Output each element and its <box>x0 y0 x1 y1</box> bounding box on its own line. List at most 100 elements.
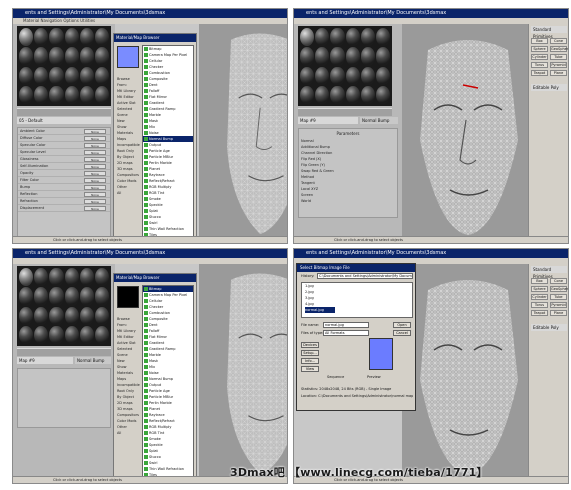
view-button[interactable]: View <box>301 366 319 372</box>
sample-sphere[interactable] <box>79 28 94 47</box>
object-type-button[interactable]: GeoSphere <box>550 46 568 52</box>
sample-sphere[interactable] <box>360 85 375 104</box>
material-name-field[interactable]: 05 - Default <box>17 117 111 124</box>
sample-sphere[interactable] <box>34 306 49 325</box>
object-type-button[interactable]: Sphere <box>531 46 548 52</box>
perspective-viewport[interactable] <box>402 264 530 478</box>
sample-sphere[interactable] <box>19 268 34 287</box>
sample-sphere[interactable] <box>94 85 109 104</box>
sample-sphere[interactable] <box>49 306 64 325</box>
object-type-button[interactable]: Torus <box>531 62 548 68</box>
sample-sphere[interactable] <box>94 287 109 306</box>
sample-slots[interactable] <box>17 266 111 346</box>
map-button[interactable]: None <box>84 129 106 134</box>
sample-slots[interactable] <box>298 26 392 106</box>
perspective-viewport[interactable] <box>199 264 287 478</box>
sample-sphere[interactable] <box>64 66 79 85</box>
sample-sphere[interactable] <box>34 268 49 287</box>
map-type-button[interactable]: Normal Bump <box>360 117 398 124</box>
object-type-button[interactable]: Plane <box>550 70 567 76</box>
sample-sphere[interactable] <box>49 28 64 47</box>
object-type-button[interactable]: Tube <box>550 294 567 300</box>
sample-sphere[interactable] <box>360 47 375 66</box>
material-toolbar[interactable] <box>17 348 111 356</box>
object-type-button[interactable]: Box <box>531 38 548 44</box>
sample-sphere[interactable] <box>19 325 34 344</box>
object-type-button[interactable]: Cylinder <box>531 54 548 60</box>
map-button[interactable]: None <box>84 136 106 141</box>
sample-sphere[interactable] <box>34 287 49 306</box>
sample-sphere[interactable] <box>315 28 330 47</box>
sample-sphere[interactable] <box>19 66 34 85</box>
map-type-button[interactable]: Normal Bump <box>75 357 111 364</box>
sample-sphere[interactable] <box>19 306 34 325</box>
sample-sphere[interactable] <box>330 85 345 104</box>
browse-option[interactable]: Browse From: <box>117 76 139 88</box>
sample-sphere[interactable] <box>79 287 94 306</box>
object-type-button[interactable]: Box <box>531 278 548 284</box>
map-button[interactable]: None <box>84 150 106 155</box>
object-type-button[interactable]: Torus <box>531 302 548 308</box>
sample-sphere[interactable] <box>330 28 345 47</box>
sample-sphere[interactable] <box>94 325 109 344</box>
map-name-field[interactable]: Map #9 <box>298 117 358 124</box>
sample-sphere[interactable] <box>315 85 330 104</box>
sample-sphere[interactable] <box>330 47 345 66</box>
map-button[interactable]: None <box>84 143 106 148</box>
cancel-button[interactable]: Cancel <box>393 330 411 336</box>
object-type-button[interactable]: Cylinder <box>531 294 548 300</box>
sample-sphere[interactable] <box>19 85 34 104</box>
file-name-input[interactable]: normal.jpg <box>323 322 369 328</box>
sample-sphere[interactable] <box>94 66 109 85</box>
map-type-list[interactable]: Bitmap Camera Map Per Pixel Cellular Checke… <box>142 45 194 241</box>
object-name-field[interactable]: Editable Poly <box>531 84 567 91</box>
object-type-button[interactable]: Pyramid <box>550 302 567 308</box>
sample-sphere[interactable] <box>79 268 94 287</box>
sample-sphere[interactable] <box>34 66 49 85</box>
sample-sphere[interactable] <box>19 287 34 306</box>
object-type-button[interactable]: Tube <box>550 54 567 60</box>
object-type-button[interactable]: Plane <box>550 310 567 316</box>
file-type-dropdown[interactable]: All Formats <box>323 330 369 336</box>
browse-option[interactable]: All <box>117 430 139 436</box>
sample-sphere[interactable] <box>300 28 315 47</box>
sample-sphere[interactable] <box>19 28 34 47</box>
sample-sphere[interactable] <box>64 287 79 306</box>
browse-from-options[interactable]: Browse From: Mtl Library Mtl Editor Active … <box>117 316 140 436</box>
sample-sphere[interactable] <box>34 28 49 47</box>
sample-sphere[interactable] <box>34 47 49 66</box>
material-toolbar[interactable] <box>17 108 111 116</box>
sample-slots[interactable] <box>17 26 111 106</box>
perspective-viewport[interactable] <box>402 24 530 238</box>
sample-sphere[interactable] <box>94 28 109 47</box>
map-button[interactable]: None <box>84 185 106 190</box>
sample-sphere[interactable] <box>64 325 79 344</box>
object-type-button[interactable]: Cone <box>550 38 567 44</box>
map-button[interactable]: None <box>84 206 106 211</box>
sample-sphere[interactable] <box>360 28 375 47</box>
map-button[interactable]: None <box>84 178 106 183</box>
history-dropdown[interactable]: C:\Documents and Settings\Administrator\… <box>317 273 413 279</box>
object-name-field[interactable]: Editable Poly <box>531 324 567 331</box>
sample-sphere[interactable] <box>375 47 390 66</box>
sample-sphere[interactable] <box>49 268 64 287</box>
sample-sphere[interactable] <box>79 325 94 344</box>
sample-sphere[interactable] <box>94 47 109 66</box>
sample-sphere[interactable] <box>345 47 360 66</box>
sample-sphere[interactable] <box>64 28 79 47</box>
object-type-button[interactable]: Cone <box>550 278 567 284</box>
sample-sphere[interactable] <box>49 47 64 66</box>
sample-sphere[interactable] <box>49 287 64 306</box>
sample-sphere[interactable] <box>34 85 49 104</box>
map-button[interactable]: None <box>84 157 106 162</box>
object-type-dropdown[interactable]: Standard Primitives <box>531 26 567 39</box>
sample-sphere[interactable] <box>64 47 79 66</box>
map-button[interactable]: None <box>84 192 106 197</box>
map-name-field[interactable]: Map #9 <box>17 357 73 364</box>
preview-checkbox[interactable]: Preview <box>367 374 381 380</box>
sample-sphere[interactable] <box>19 47 34 66</box>
sample-sphere[interactable] <box>79 306 94 325</box>
info-button[interactable]: Info... <box>301 358 319 364</box>
browse-from-options[interactable]: Browse From: Mtl Library Mtl Editor Active … <box>117 76 140 196</box>
sample-sphere[interactable] <box>64 306 79 325</box>
